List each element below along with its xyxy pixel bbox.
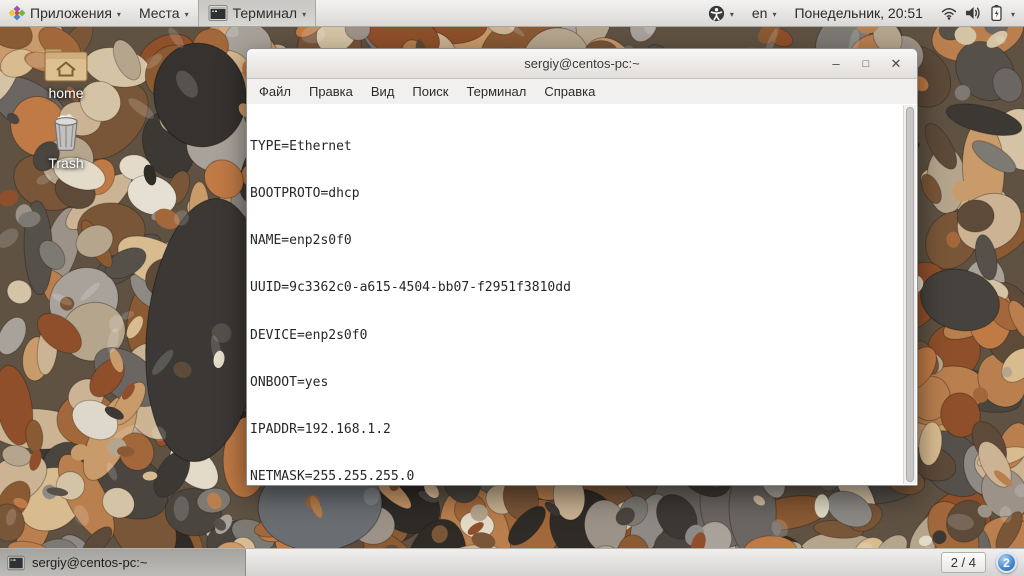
trash-icon <box>54 114 78 152</box>
chevron-down-icon: ▾ <box>302 9 307 19</box>
window-controls: – □ ✕ <box>823 54 917 74</box>
desktop-icon-label: home <box>48 85 84 101</box>
terminal-icon <box>7 555 25 570</box>
chevron-down-icon: ▾ <box>184 9 189 19</box>
bottom-panel: sergiy@centos-pc:~ 2 / 4 2 <box>0 548 1024 576</box>
applications-menu[interactable]: Приложения ▾ <box>0 0 130 26</box>
close-button[interactable]: ✕ <box>883 54 909 74</box>
taskbar-window-button[interactable]: sergiy@centos-pc:~ <box>0 548 246 576</box>
applications-menu-label: Приложения <box>30 5 112 21</box>
workspace-switcher[interactable]: 2 / 4 <box>940 552 986 573</box>
terminal-scrollbar[interactable] <box>903 105 916 484</box>
minimize-button[interactable]: – <box>823 54 849 74</box>
places-menu-label: Места <box>138 5 180 21</box>
terminal-window: sergiy@centos-pc:~ – □ ✕ Файл Правка Вид… <box>246 48 918 486</box>
home-folder-icon <box>44 48 88 82</box>
config-line: DEVICE=enp2s0f0 <box>250 327 368 343</box>
keyboard-layout-label: en <box>751 5 768 21</box>
keyboard-layout-menu[interactable]: en ▾ <box>743 0 786 26</box>
active-app-label: Терминал <box>232 5 298 21</box>
terminal-content[interactable]: TYPE=Ethernet BOOTPROTO=dhcp NAME=enp2s0… <box>247 104 917 485</box>
notification-badge[interactable]: 2 <box>996 552 1017 573</box>
menu-edit[interactable]: Правка <box>300 81 362 102</box>
window-titlebar[interactable]: sergiy@centos-pc:~ – □ ✕ <box>247 49 917 79</box>
config-line: UUID=9c3362c0-a615-4504-bb07-f2951f3810d… <box>250 280 571 296</box>
menu-terminal[interactable]: Терминал <box>457 81 535 102</box>
top-panel: Приложения ▾ Места ▾ Терминал ▾ ▾ en ▾ П… <box>0 0 1024 27</box>
config-line: NAME=enp2s0f0 <box>250 233 352 248</box>
clock-applet[interactable]: Понедельник, 20:51 <box>785 0 932 26</box>
menu-help[interactable]: Справка <box>535 81 604 102</box>
menu-file[interactable]: Файл <box>250 81 300 102</box>
chevron-down-icon: ▾ <box>772 9 777 19</box>
config-line: BOOTPROTO=dhcp <box>250 185 360 201</box>
menu-search[interactable]: Поиск <box>403 81 457 102</box>
config-line: TYPE=Ethernet <box>250 138 352 154</box>
desktop-icon-trash[interactable]: Trash <box>30 112 102 171</box>
desktop-icon-home[interactable]: home <box>30 46 102 101</box>
universal-access-icon <box>708 5 724 21</box>
chevron-down-icon: ▾ <box>1010 9 1015 19</box>
chevron-down-icon: ▾ <box>729 9 734 19</box>
accessibility-menu[interactable]: ▾ <box>699 0 743 26</box>
active-app-menu-terminal[interactable]: Терминал ▾ <box>197 0 317 26</box>
wifi-icon <box>941 8 957 20</box>
menu-view[interactable]: Вид <box>362 81 404 102</box>
config-line: IPADDR=192.168.1.2 <box>250 422 391 437</box>
maximize-button[interactable]: □ <box>853 54 879 74</box>
clock-label: Понедельник, 20:51 <box>794 5 923 21</box>
volume-icon <box>965 7 980 19</box>
terminal-menubar: Файл Правка Вид Поиск Терминал Справка <box>247 79 917 104</box>
places-menu[interactable]: Места ▾ <box>130 0 198 26</box>
config-line: NETMASK=255.255.255.0 <box>250 469 415 485</box>
desktop-icon-label: Trash <box>48 155 84 171</box>
taskbar-window-label: sergiy@centos-pc:~ <box>32 555 148 570</box>
config-line: ONBOOT=yes <box>250 374 329 390</box>
bottom-panel-right: 2 / 4 2 <box>940 552 1024 573</box>
applications-logo-icon <box>9 5 25 21</box>
chevron-down-icon: ▾ <box>116 9 121 19</box>
window-title: sergiy@centos-pc:~ <box>524 56 640 71</box>
top-panel-status-area: ▾ en ▾ Понедельник, 20:51 ▾ <box>699 0 1024 26</box>
scrollbar-thumb[interactable] <box>906 107 914 482</box>
terminal-icon <box>208 5 228 21</box>
system-status-menu[interactable]: ▾ <box>932 0 1024 26</box>
battery-charging-icon <box>991 5 1002 22</box>
